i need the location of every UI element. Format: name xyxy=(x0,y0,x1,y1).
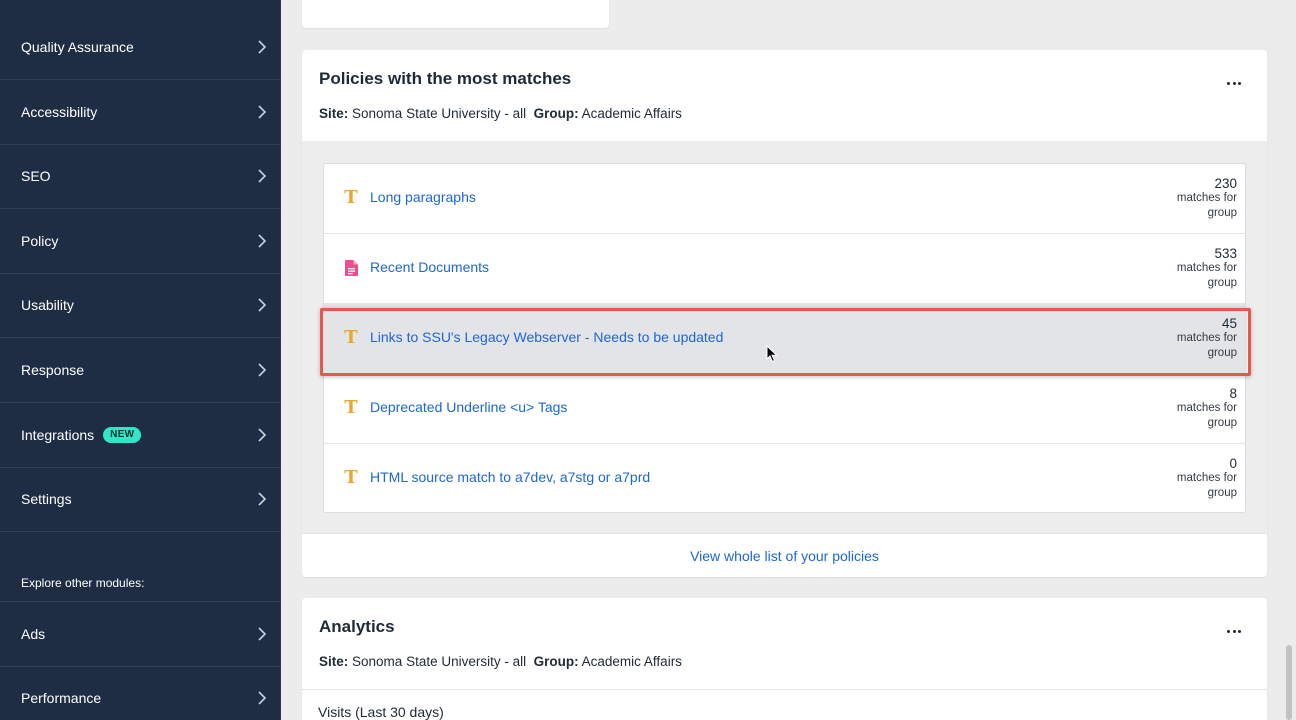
divider xyxy=(302,689,1267,690)
sidebar-item-label: Accessibility xyxy=(21,104,98,120)
visits-label: Visits (Last 30 days) xyxy=(318,704,444,720)
policy-name-link[interactable]: HTML source match to a7dev, a7stg or a7p… xyxy=(370,469,650,485)
site-value: Sonoma State University - all xyxy=(352,654,527,669)
match-count-value: 533 xyxy=(1214,246,1237,261)
text-t-icon: T xyxy=(344,187,358,208)
policy-name-link[interactable]: Recent Documents xyxy=(370,259,489,275)
site-label: Site: xyxy=(319,654,349,669)
sidebar-item-label: Performance xyxy=(21,690,102,706)
sidebar-item-seo[interactable]: SEO xyxy=(0,144,281,209)
match-count-value: 8 xyxy=(1229,386,1237,401)
dot-icon xyxy=(1238,81,1241,85)
page-scrollbar[interactable] xyxy=(1286,645,1292,720)
match-count-label: matches for group xyxy=(1176,402,1237,429)
policies-card: Policies with the most matches Site: Son… xyxy=(302,50,1267,577)
policy-row-hovered[interactable]: T Links to SSU's Legacy Webserver - Need… xyxy=(324,304,1245,374)
sidebar-item-label: Response xyxy=(21,362,85,378)
dot-icon xyxy=(1227,81,1230,85)
card-filter-info: Site: Sonoma State University - all Grou… xyxy=(319,654,682,669)
group-label: Group: xyxy=(533,106,579,121)
match-count-label: matches for group xyxy=(1176,262,1237,289)
policy-match-count: 8 matches for group xyxy=(1167,386,1237,431)
policy-row[interactable]: Recent Documents 533 matches for group xyxy=(324,234,1245,304)
chevron-right-icon xyxy=(258,234,267,248)
card-title: Analytics xyxy=(319,617,395,636)
sidebar-item-label: Integrations xyxy=(21,427,95,443)
policy-match-count: 45 matches for group xyxy=(1167,316,1237,361)
policy-match-count: 0 matches for group xyxy=(1167,456,1237,501)
policy-name-link[interactable]: Links to SSU's Legacy Webserver - Needs … xyxy=(370,329,723,345)
sidebar-item-policy[interactable]: Policy xyxy=(0,209,281,274)
sidebar-item-accessibility[interactable]: Accessibility xyxy=(0,80,281,145)
card-title: Policies with the most matches xyxy=(319,69,572,88)
dot-icon xyxy=(1232,629,1236,633)
chevron-right-icon xyxy=(258,298,267,312)
sidebar-module-ads[interactable]: Ads xyxy=(0,602,281,667)
dot-icon xyxy=(1227,629,1230,633)
sidebar-item-label: Policy xyxy=(21,233,59,249)
chevron-right-icon xyxy=(258,363,267,377)
sidebar-item-label: SEO xyxy=(21,168,51,184)
sidebar-item-response[interactable]: Response xyxy=(0,338,281,403)
mouse-cursor-icon xyxy=(766,345,778,363)
text-t-icon: T xyxy=(344,327,358,348)
match-count-label: matches for group xyxy=(1176,192,1237,219)
sidebar-item-label: Ads xyxy=(21,626,46,642)
sidebar: Quality Assurance Accessibility SEO Poli… xyxy=(0,0,281,720)
chevron-right-icon xyxy=(258,169,267,183)
chevron-right-icon xyxy=(258,428,267,442)
sidebar-item-usability[interactable]: Usability xyxy=(0,273,281,338)
group-label: Group: xyxy=(533,654,579,669)
match-count-value: 230 xyxy=(1214,176,1237,191)
policy-match-count: 533 matches for group xyxy=(1167,246,1237,291)
match-count-value: 45 xyxy=(1221,316,1237,331)
match-count-label: matches for group xyxy=(1176,472,1237,499)
sidebar-module-performance[interactable]: Performance xyxy=(0,666,281,720)
sidebar-item-quality-assurance[interactable]: Quality Assurance xyxy=(0,15,281,80)
text-t-icon: T xyxy=(344,467,358,488)
match-count-label: matches for group xyxy=(1176,332,1237,359)
new-badge: NEW xyxy=(103,427,142,443)
text-t-icon: T xyxy=(344,397,358,418)
policy-row[interactable]: T HTML source match to a7dev, a7stg or a… xyxy=(324,444,1245,514)
dot-icon xyxy=(1232,81,1236,85)
chevron-right-icon xyxy=(258,691,267,705)
sidebar-item-settings[interactable]: Settings xyxy=(0,467,281,532)
dot-icon xyxy=(1238,629,1241,633)
explore-modules-label: Explore other modules: xyxy=(21,576,145,590)
site-label: Site: xyxy=(319,106,349,121)
policy-name-link[interactable]: Long paragraphs xyxy=(370,189,476,205)
analytics-card: Analytics Site: Sonoma State University … xyxy=(302,598,1267,720)
sidebar-item-label: Settings xyxy=(21,491,72,507)
sidebar-item-label: Usability xyxy=(21,297,74,313)
chevron-right-icon xyxy=(258,627,267,641)
policy-match-count: 230 matches for group xyxy=(1167,176,1237,221)
view-all-policies-link[interactable]: View whole list of your policies xyxy=(690,548,879,564)
site-value: Sonoma State University - all xyxy=(352,106,527,121)
document-icon xyxy=(343,258,359,278)
previous-card xyxy=(302,0,609,28)
chevron-right-icon xyxy=(258,492,267,506)
more-options-button[interactable] xyxy=(1227,626,1241,636)
sidebar-item-integrations[interactable]: Integrations NEW xyxy=(0,403,281,468)
group-value: Academic Affairs xyxy=(581,106,682,121)
policies-list-area: T Long paragraphs 230 matches for group … xyxy=(302,141,1267,533)
card-filter-info: Site: Sonoma State University - all Grou… xyxy=(319,106,682,121)
policy-list: T Long paragraphs 230 matches for group … xyxy=(323,163,1246,513)
chevron-right-icon xyxy=(258,40,267,54)
policy-row[interactable]: T Deprecated Underline <u> Tags 8 matche… xyxy=(324,374,1245,444)
more-options-button[interactable] xyxy=(1227,78,1241,88)
chevron-right-icon xyxy=(258,105,267,119)
group-value: Academic Affairs xyxy=(581,654,682,669)
policy-name-link[interactable]: Deprecated Underline <u> Tags xyxy=(370,399,567,415)
view-all-footer: View whole list of your policies xyxy=(302,533,1267,577)
policy-row[interactable]: T Long paragraphs 230 matches for group xyxy=(324,164,1245,234)
match-count-value: 0 xyxy=(1229,456,1237,471)
sidebar-item-label: Quality Assurance xyxy=(21,39,134,55)
